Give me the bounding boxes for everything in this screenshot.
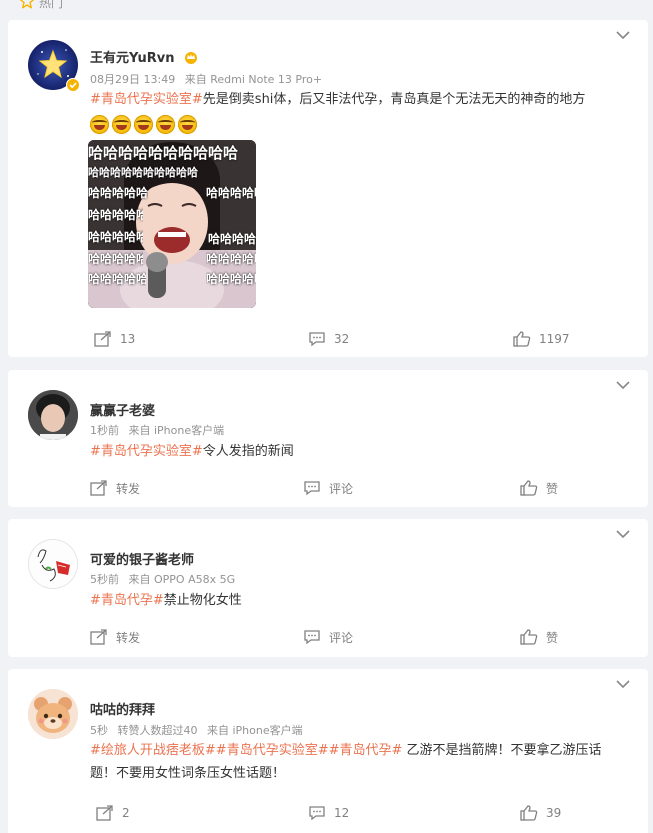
post-body: 乙游不是挡箭牌！不要拿乙游压话 <box>402 743 602 758</box>
chevron-down-icon[interactable] <box>616 30 630 40</box>
hot-header: 热门 <box>0 0 653 14</box>
post-meta: 1秒前 来自 iPhone客户端 <box>90 422 230 438</box>
post-source: 来自 iPhone客户端 <box>207 724 303 737</box>
avatar[interactable] <box>28 539 78 589</box>
post-card-3: 可爱的银子酱老师 5秒前 来自 OPPO A58x 5G #青岛代孕#禁止物化女… <box>8 519 648 657</box>
laugh-cry-emoji-icon <box>90 115 109 134</box>
chevron-down-icon[interactable] <box>616 529 630 539</box>
avatar[interactable] <box>28 390 78 440</box>
post-source: 来自 OPPO A58x 5G <box>128 573 236 586</box>
comment-button[interactable]: 评论 <box>303 476 353 500</box>
thumbs-up-icon <box>520 805 538 821</box>
laugh-cry-emoji-icon <box>134 115 153 134</box>
comment-icon <box>309 332 325 347</box>
repost-button[interactable]: 13 <box>94 327 135 351</box>
post-source: 来自 iPhone客户端 <box>128 424 225 437</box>
laugh-cry-emoji-icon <box>178 115 197 134</box>
image-overlay-text: 哈哈哈哈哈哈哈哈哈哈 <box>88 166 198 179</box>
post-actions: 转发 评论 赞 <box>8 625 648 649</box>
post-actions: 13 32 1197 <box>8 327 648 351</box>
post-card-4: 咕咕的拜拜 5秒 转赞人数超过40 来自 iPhone客户端 #绘旅人开战痞老板… <box>8 669 648 833</box>
repost-icon <box>96 805 113 821</box>
post-actions: 2 12 39 <box>8 801 648 825</box>
comment-button[interactable]: 32 <box>308 327 349 351</box>
repost-icon <box>94 331 111 347</box>
post-body: 先是倒卖shi体，后又非法代孕，青岛真是个无法无天的神奇的地方 <box>202 92 586 107</box>
like-button[interactable]: 1197 <box>513 327 570 351</box>
post-body: 禁止物化女性 <box>163 593 242 608</box>
post-time[interactable]: 08月29日 13:49 <box>90 73 175 86</box>
comment-button[interactable]: 12 <box>308 801 349 825</box>
topic-link[interactable]: #青岛代孕# <box>329 743 403 758</box>
post-source: 来自 Redmi Note 13 Pro+ <box>184 73 323 86</box>
star-icon <box>19 0 35 9</box>
comment-icon <box>304 481 320 496</box>
post-body-line2: 题！不要用女性词条压女性话题！ <box>90 766 286 781</box>
thumbs-up-icon <box>520 629 538 645</box>
comment-icon <box>309 806 325 821</box>
post-body: 令人发指的新闻 <box>202 444 294 459</box>
image-overlay-text: 哈哈哈哈哈哈哈哈哈哈 <box>208 232 256 246</box>
repost-icon <box>90 480 107 496</box>
comment-button[interactable]: 评论 <box>303 625 353 649</box>
username[interactable]: 赢赢子老婆 <box>90 400 155 419</box>
chevron-down-icon[interactable] <box>616 679 630 689</box>
post-text: #青岛代孕实验室#先是倒卖shi体，后又非法代孕，青岛真是个无法无天的神奇的地方 <box>90 88 630 111</box>
post-text: #绘旅人开战痞老板##青岛代孕实验室##青岛代孕# 乙游不是挡箭牌！不要拿乙游压… <box>90 739 630 785</box>
post-time[interactable]: 5秒前 <box>90 573 119 586</box>
boy-avatar-image <box>28 390 78 440</box>
hot-label: 热门 <box>39 0 64 10</box>
post-meta: 5秒 转赞人数超过40 来自 iPhone客户端 <box>90 722 309 738</box>
topic-link[interactable]: #青岛代孕实验室# <box>216 743 329 758</box>
avatar[interactable] <box>28 689 78 739</box>
post-time[interactable]: 5秒 <box>90 724 108 737</box>
topic-link[interactable]: #青岛代孕实验室# <box>90 92 203 107</box>
post-time[interactable]: 1秒前 <box>90 424 119 437</box>
verified-badge-icon <box>66 78 80 92</box>
chevron-down-icon[interactable] <box>616 380 630 390</box>
repost-button[interactable]: 转发 <box>90 476 140 500</box>
image-overlay-text: 哈哈哈哈哈哈哈哈哈哈 <box>88 252 143 266</box>
like-button[interactable]: 赞 <box>520 625 558 649</box>
image-overlay-text: 哈哈哈哈哈哈哈哈哈哈 <box>206 252 256 266</box>
topic-link[interactable]: #青岛代孕# <box>90 593 164 608</box>
bear-avatar-image <box>28 689 78 739</box>
image-overlay-text: 哈哈哈哈哈哈哈哈哈哈 <box>206 186 256 200</box>
topic-link[interactable]: #绘旅人开战痞老板# <box>90 743 216 758</box>
thumbs-up-icon <box>520 480 538 496</box>
comment-icon <box>304 630 320 645</box>
image-overlay-text: 哈哈哈哈哈哈哈哈哈哈 <box>206 272 256 286</box>
username[interactable]: 可爱的银子酱老师 <box>90 549 194 568</box>
post-meta: 5秒前 来自 OPPO A58x 5G <box>90 571 241 587</box>
post-text-line: #绘旅人开战痞老板##青岛代孕实验室##青岛代孕# 乙游不是挡箭牌！不要拿乙游压… <box>90 739 630 762</box>
post-card-2: 赢赢子老婆 1秒前 来自 iPhone客户端 #青岛代孕实验室#令人发指的新闻 … <box>8 370 648 507</box>
image-overlay-text: 哈哈哈哈哈哈哈哈哈哈 <box>88 186 148 200</box>
repost-button[interactable]: 2 <box>96 801 130 825</box>
image-overlay-text: 哈哈哈哈哈哈哈哈哈哈 <box>88 230 143 244</box>
doodle-avatar-image <box>29 540 77 588</box>
post-image[interactable]: 哈哈哈哈哈哈哈哈哈哈 哈哈哈哈哈哈哈哈哈哈 哈哈哈哈哈 哈哈哈哈哈 哈哈哈哈哈 哈哈… <box>88 140 256 308</box>
username[interactable]: 咕咕的拜拜 <box>90 699 155 718</box>
post-actions: 转发 评论 赞 <box>8 476 648 500</box>
repost-icon <box>90 629 107 645</box>
post-text: #青岛代孕实验室#令人发指的新闻 <box>90 440 630 463</box>
image-overlay-text: 哈哈哈哈哈哈哈哈哈哈 <box>88 208 143 222</box>
image-overlay-text: 哈哈哈哈哈哈哈哈哈哈 <box>88 272 146 286</box>
repost-button[interactable]: 转发 <box>90 625 140 649</box>
like-button[interactable]: 39 <box>520 801 561 825</box>
post-text: #青岛代孕#禁止物化女性 <box>90 589 630 612</box>
username[interactable]: 王有元YuRvn <box>90 47 199 66</box>
like-button[interactable]: 赞 <box>520 476 558 500</box>
post-card-1: 王有元YuRvn 08月29日 13:49 来自 Redmi Note 13 P… <box>8 20 648 357</box>
emoji-row <box>90 115 197 134</box>
post-extra: 转赞人数超过40 <box>117 724 198 737</box>
topic-link[interactable]: #青岛代孕实验室# <box>90 444 203 459</box>
image-overlay-text: 哈哈哈哈哈哈哈哈哈哈 <box>88 144 239 162</box>
crown-badge-icon <box>185 52 197 64</box>
thumbs-up-icon <box>513 331 531 347</box>
laugh-cry-emoji-icon <box>156 115 175 134</box>
post-meta: 08月29日 13:49 来自 Redmi Note 13 Pro+ <box>90 71 328 87</box>
laugh-cry-emoji-icon <box>112 115 131 134</box>
